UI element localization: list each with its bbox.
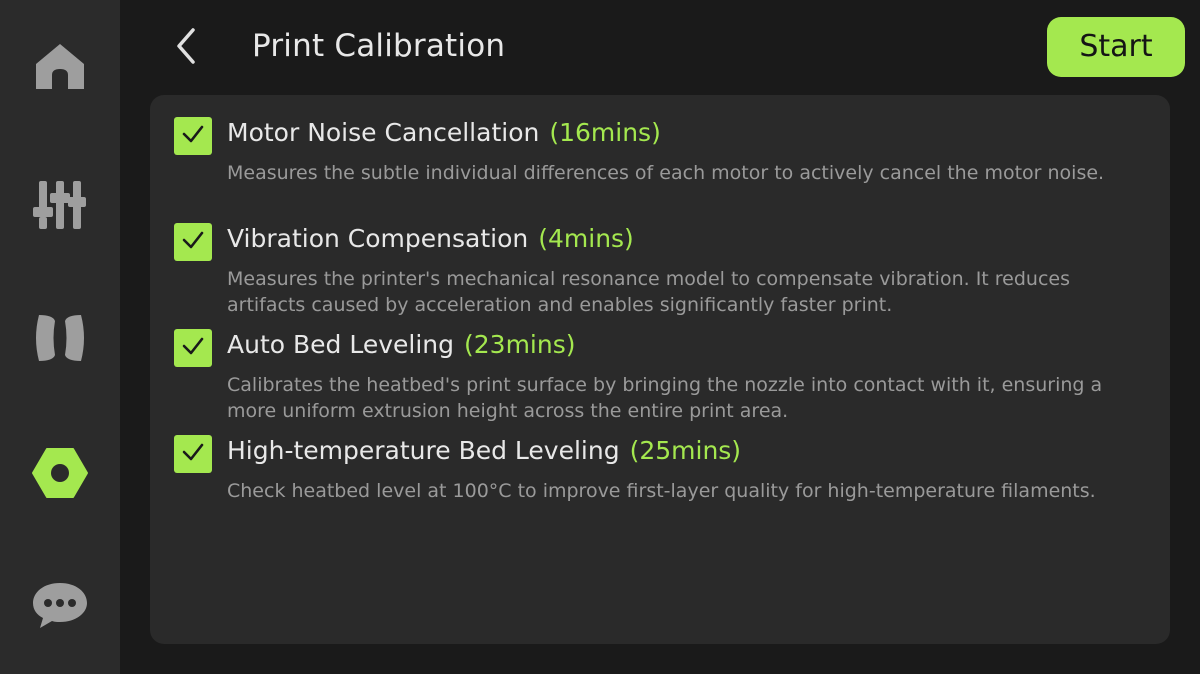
- chevron-left-icon: [171, 26, 201, 70]
- item-description: Measures the printer's mechanical resona…: [227, 268, 1071, 316]
- item-duration: (23mins): [464, 330, 576, 359]
- sidebar-item-home[interactable]: [0, 17, 120, 117]
- item-description: Check heatbed level at 100°C to improve …: [227, 480, 1096, 502]
- item-duration: (4mins): [538, 224, 634, 253]
- home-icon: [33, 40, 87, 94]
- sidebar: [0, 0, 120, 674]
- checkmark-icon: [181, 122, 205, 150]
- checkmark-icon: [181, 228, 205, 256]
- back-button[interactable]: [160, 22, 212, 74]
- item-description: Measures the subtle individual differenc…: [227, 162, 1105, 184]
- checkbox-vibration[interactable]: [174, 223, 212, 261]
- checkbox-auto-bed-leveling[interactable]: [174, 329, 212, 367]
- page-title: Print Calibration: [252, 28, 506, 64]
- sidebar-item-controls[interactable]: [0, 155, 120, 255]
- controls-icon: [32, 177, 88, 233]
- checkmark-icon: [181, 440, 205, 468]
- sidebar-item-filament[interactable]: [0, 288, 120, 388]
- item-heading: Vibration Compensation (4mins): [227, 219, 634, 259]
- item-heading: Auto Bed Leveling (23mins): [227, 325, 576, 365]
- start-button[interactable]: Start: [1047, 17, 1185, 77]
- app-window: Print Calibration Start Motor Noise Canc…: [0, 0, 1200, 674]
- filament-icon: [35, 311, 85, 365]
- settings-nut-icon: [31, 447, 89, 499]
- item-title: Vibration Compensation: [227, 224, 529, 253]
- item-title: Motor Noise Cancellation: [227, 118, 540, 147]
- calibration-options-panel: Motor Noise Cancellation (16mins) Measure…: [150, 95, 1170, 644]
- checkmark-icon: [181, 334, 205, 362]
- item-heading: Motor Noise Cancellation (16mins): [227, 113, 661, 153]
- sidebar-item-chat[interactable]: [0, 556, 120, 656]
- checkbox-high-temp-bed-leveling[interactable]: [174, 435, 212, 473]
- item-duration: (25mins): [629, 436, 742, 465]
- item-description: Calibrates the heatbed's print surface b…: [227, 374, 1103, 422]
- item-heading: High-temperature Bed Leveling (25mins): [227, 431, 741, 471]
- item-duration: (16mins): [549, 118, 661, 147]
- chat-icon: [31, 581, 89, 631]
- checkbox-motor-noise[interactable]: [174, 117, 212, 155]
- item-title: Auto Bed Leveling: [227, 330, 454, 359]
- sidebar-item-settings[interactable]: [0, 423, 120, 523]
- item-title: High-temperature Bed Leveling: [227, 436, 620, 465]
